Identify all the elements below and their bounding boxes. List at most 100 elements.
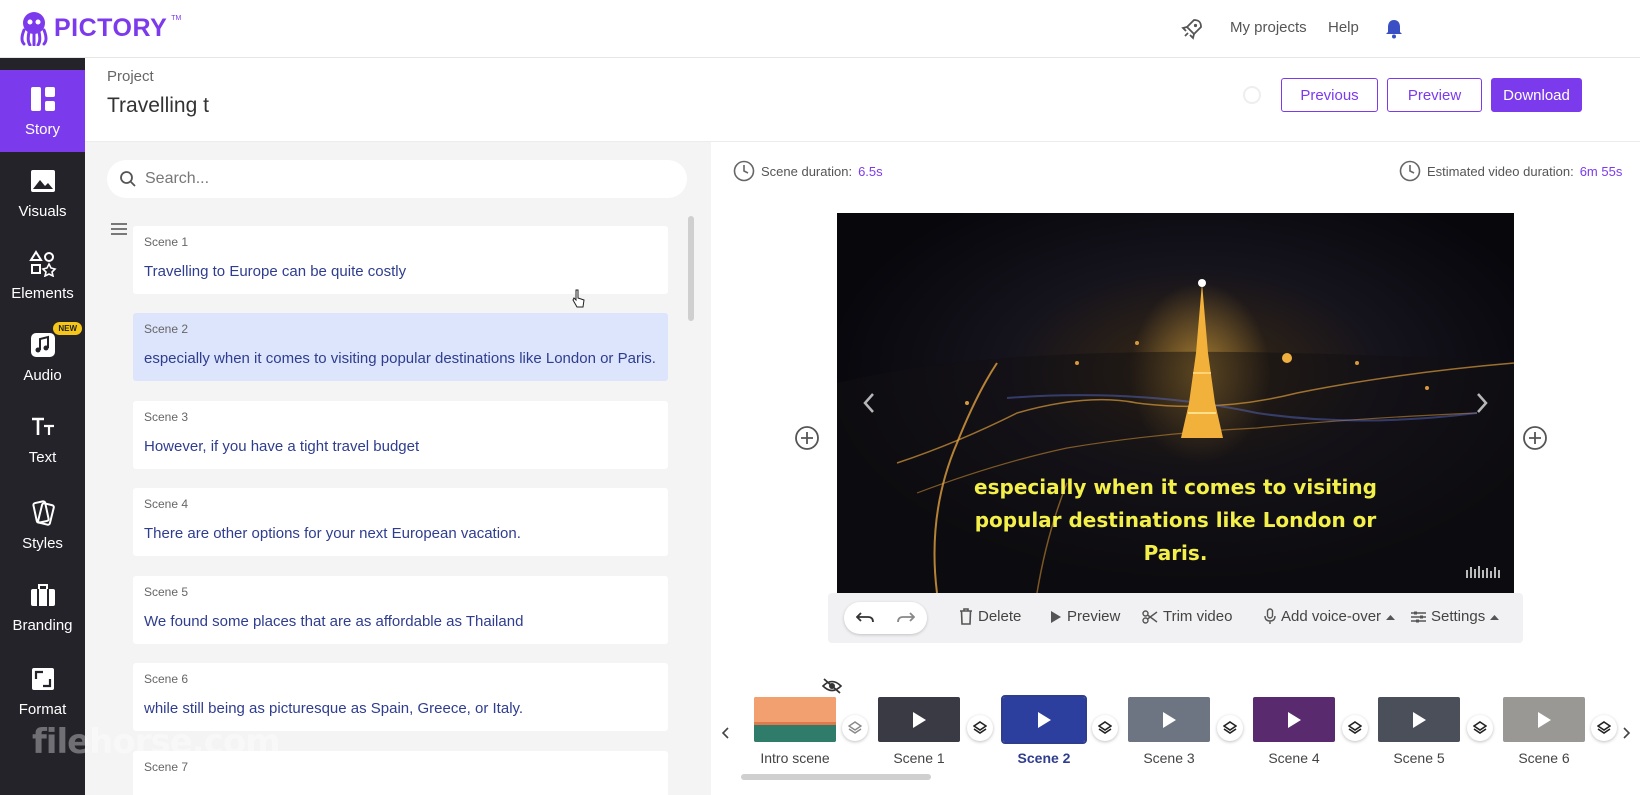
scene-card-active[interactable]: Scene 2 especially when it comes to visi… bbox=[133, 313, 668, 381]
scene-timeline: Intro scene Scene 1 Scene 2 Scene 3 Scen… bbox=[711, 677, 1640, 795]
text-icon bbox=[31, 417, 54, 435]
scene-duration: Scene duration: 6.5s bbox=[733, 160, 883, 182]
hamburger-menu-icon[interactable] bbox=[111, 222, 127, 236]
scene-text[interactable]: Travelling to Europe can be quite costly bbox=[144, 263, 406, 280]
search-input[interactable] bbox=[145, 170, 645, 188]
sidebar-item-label: Audio bbox=[23, 366, 62, 384]
left-sidebar: Story Visuals Elements NEW Audio Text St… bbox=[0, 58, 85, 795]
video-caption[interactable]: especially when it comes to visiting pop… bbox=[837, 471, 1514, 570]
redo-icon bbox=[896, 612, 915, 623]
layer-button[interactable] bbox=[1092, 715, 1118, 741]
play-icon bbox=[1051, 610, 1061, 623]
layer-button[interactable] bbox=[1467, 715, 1493, 741]
sidebar-item-styles[interactable]: Styles bbox=[0, 480, 85, 570]
scene-card[interactable]: Scene 6 while still being as picturesque… bbox=[133, 663, 668, 731]
rocket-icon[interactable] bbox=[1180, 17, 1204, 41]
layer-button[interactable] bbox=[967, 715, 993, 741]
help-link[interactable]: Help bbox=[1328, 19, 1359, 36]
scene-card[interactable]: Scene 4 There are other options for your… bbox=[133, 488, 668, 556]
previous-button[interactable]: Previous bbox=[1281, 78, 1378, 112]
scene-card[interactable]: Scene 5 We found some places that are as… bbox=[133, 576, 668, 644]
trim-video-button[interactable]: Trim video bbox=[1142, 608, 1232, 625]
scene-text[interactable]: There are other options for your next Eu… bbox=[144, 525, 521, 542]
scene-number: Scene 5 bbox=[144, 585, 189, 599]
caret-up-icon bbox=[1490, 614, 1500, 620]
add-scene-after-icon[interactable] bbox=[1522, 425, 1548, 451]
sidebar-item-label: Styles bbox=[22, 534, 63, 552]
preview-button[interactable]: Preview bbox=[1387, 78, 1482, 112]
project-header: Project Travelling t Previous Preview Do… bbox=[85, 58, 1640, 142]
bell-icon[interactable] bbox=[1385, 19, 1403, 39]
scene-card[interactable]: Scene 3 However, if you have a tight tra… bbox=[133, 401, 668, 469]
video-preview[interactable]: especially when it comes to visiting pop… bbox=[837, 213, 1514, 593]
timeline-thumb-scene-1[interactable] bbox=[878, 697, 960, 742]
add-scene-before-icon[interactable] bbox=[794, 425, 820, 451]
sidebar-item-story[interactable]: Story bbox=[0, 70, 85, 152]
scene-duration-label: Scene duration: bbox=[761, 163, 853, 179]
scene-number: Scene 2 bbox=[144, 322, 189, 336]
intro-thumb-ground bbox=[754, 725, 836, 742]
layer-button[interactable] bbox=[842, 715, 868, 741]
timeline-thumb-scene-2[interactable] bbox=[1001, 695, 1087, 744]
layers-icon bbox=[1223, 721, 1237, 734]
undo-redo-group bbox=[844, 602, 927, 634]
search-icon bbox=[120, 171, 136, 187]
undo-button[interactable] bbox=[844, 602, 885, 634]
sidebar-item-label: Text bbox=[28, 448, 57, 466]
layers-icon bbox=[1597, 721, 1611, 734]
play-icon bbox=[1413, 712, 1426, 728]
scene-text[interactable]: However, if you have a tight travel budg… bbox=[144, 438, 419, 455]
story-icon bbox=[30, 86, 55, 111]
layer-button[interactable] bbox=[1217, 715, 1243, 741]
timeline-scrollbar[interactable] bbox=[741, 774, 931, 780]
layer-button[interactable] bbox=[1342, 715, 1368, 741]
scene-toolbar: Delete Preview Trim video Add voice-over bbox=[828, 593, 1523, 643]
scene-duration-value[interactable]: 6.5s bbox=[858, 164, 883, 179]
scene-list-panel: Scene 1 Travelling to Europe can be quit… bbox=[85, 142, 711, 795]
timeline-left-arrow-icon[interactable] bbox=[721, 726, 731, 740]
scene-list-scrollbar[interactable] bbox=[688, 216, 694, 321]
sidebar-item-elements[interactable]: Elements bbox=[0, 234, 85, 316]
pictory-logo[interactable]: PICTORY TM bbox=[18, 10, 181, 46]
shapes-icon bbox=[28, 249, 57, 277]
sidebar-item-label: Story bbox=[24, 120, 60, 138]
sidebar-item-audio[interactable]: NEW Audio bbox=[0, 316, 85, 398]
project-title[interactable]: Travelling t bbox=[107, 94, 209, 118]
add-voiceover-button[interactable]: Add voice-over bbox=[1264, 608, 1396, 625]
scene-card[interactable]: Scene 1 Travelling to Europe can be quit… bbox=[133, 226, 668, 294]
estimated-duration: Estimated video duration: 6m 55s bbox=[1399, 160, 1622, 182]
settings-button[interactable]: Settings bbox=[1411, 608, 1500, 625]
timeline-right-arrow-icon[interactable] bbox=[1621, 726, 1631, 740]
previous-media-arrow-icon[interactable] bbox=[859, 388, 879, 418]
download-button[interactable]: Download bbox=[1491, 78, 1582, 112]
sidebar-item-branding[interactable]: Branding bbox=[0, 566, 85, 648]
microphone-icon bbox=[1264, 608, 1276, 624]
search-bar[interactable] bbox=[107, 160, 687, 198]
delete-button[interactable]: Delete bbox=[959, 608, 1021, 625]
timeline-thumb-scene-6[interactable] bbox=[1503, 697, 1585, 742]
timeline-thumb-scene-3[interactable] bbox=[1128, 697, 1210, 742]
layers-icon bbox=[1473, 721, 1487, 734]
timeline-thumb-scene-4[interactable] bbox=[1253, 697, 1335, 742]
timeline-thumb-intro[interactable] bbox=[754, 697, 836, 742]
sidebar-item-visuals[interactable]: Visuals bbox=[0, 152, 85, 234]
format-icon bbox=[31, 667, 54, 690]
scene-text[interactable]: We found some places that are as afforda… bbox=[144, 613, 523, 630]
trash-icon bbox=[960, 608, 972, 625]
scene-number: Scene 6 bbox=[144, 672, 189, 686]
scene-number: Scene 3 bbox=[144, 410, 189, 424]
my-projects-link[interactable]: My projects bbox=[1230, 19, 1307, 36]
sidebar-item-format[interactable]: Format bbox=[0, 650, 85, 732]
redo-button[interactable] bbox=[885, 602, 926, 634]
delete-label: Delete bbox=[978, 608, 1022, 625]
clock-icon bbox=[1399, 160, 1421, 182]
timeline-thumb-scene-5[interactable] bbox=[1378, 697, 1460, 742]
next-media-arrow-icon[interactable] bbox=[1472, 388, 1492, 418]
scene-text[interactable]: especially when it comes to visiting pop… bbox=[144, 350, 656, 367]
scene-text[interactable]: while still being as picturesque as Spai… bbox=[144, 700, 523, 717]
preview-scene-button[interactable]: Preview bbox=[1050, 608, 1120, 625]
layer-button[interactable] bbox=[1591, 715, 1617, 741]
settings-label: Settings bbox=[1431, 608, 1486, 625]
eye-hidden-icon[interactable] bbox=[821, 677, 843, 695]
sidebar-item-text[interactable]: Text bbox=[0, 398, 85, 480]
